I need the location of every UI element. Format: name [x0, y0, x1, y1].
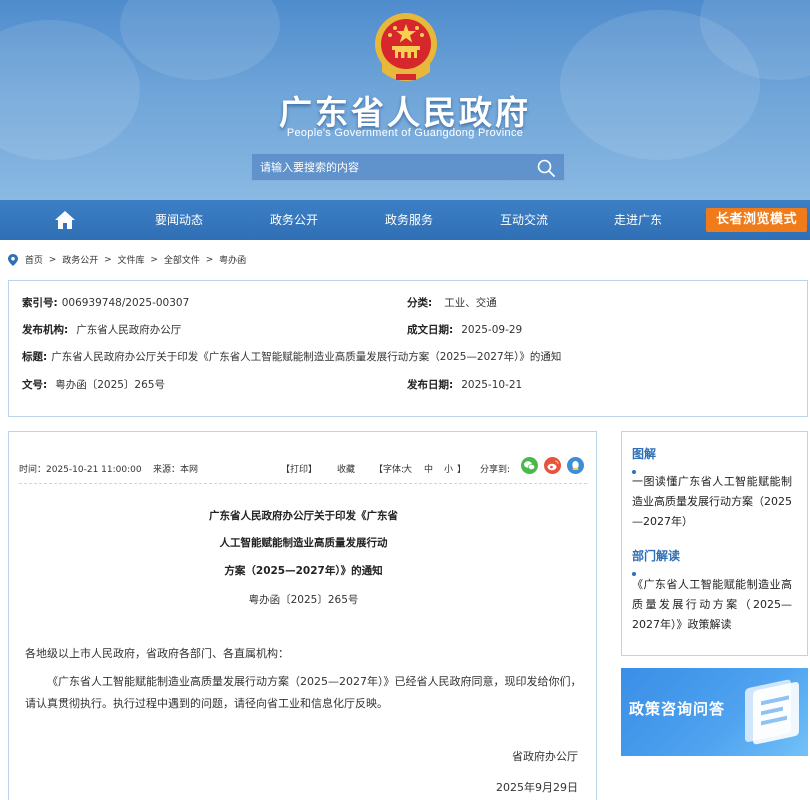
site-subtitle: People's Government of Guangdong Provinc…	[286, 127, 524, 139]
nav-item-about[interactable]: 走进广东	[598, 200, 678, 240]
meta-doc-no: 文号: 粤办函〔2025〕265号	[22, 377, 165, 392]
article-panel: 时间：2025-10-21 11:00:00 来源：本网 【打印】 收藏 【字体…	[8, 431, 597, 800]
search-input[interactable]	[252, 154, 522, 180]
header-banner: 广东省人民政府 People's Government of Guangdong…	[0, 0, 810, 200]
document-meta-box: 索引号: 006939748/2025-00307 分类: 工业、交通 发布机构: 广…	[8, 280, 808, 417]
weibo-icon[interactable]	[544, 457, 561, 474]
search-icon[interactable]	[536, 158, 556, 178]
font-large-button[interactable]: 大	[403, 462, 412, 475]
sidebar-heading-dept: 部门解读	[632, 549, 681, 563]
favorite-button[interactable]: 收藏	[337, 462, 355, 475]
doc-title-line: 广东省人民政府办公厅关于印发《广东省	[209, 510, 398, 522]
article-toolbar: 时间：2025-10-21 11:00:00 来源：本网 【打印】 收藏 【字体…	[19, 454, 587, 484]
meta-value: 广东省人民政府办公厅	[76, 324, 182, 336]
meta-publisher: 发布机构: 广东省人民政府办公厅	[22, 322, 181, 337]
doc-title-line: 人工智能赋能制造业高质量发展行动	[219, 537, 388, 549]
consult-banner-label: 政策咨询问答	[629, 700, 726, 718]
meta-label: 分类:	[407, 297, 433, 309]
font-medium-button[interactable]: 中	[424, 462, 433, 475]
breadcrumb-file-library[interactable]: 文件库	[118, 256, 145, 266]
meta-label: 发布日期:	[407, 379, 454, 391]
banner-decoration	[120, 0, 280, 80]
font-small-button[interactable]: 小	[444, 462, 453, 475]
nav-item-interaction[interactable]: 互动交流	[484, 200, 564, 240]
sidebar-link-dept[interactable]: 《广东省人工智能赋能制造业高质量发展行动方案（2025—2027年）》政策解读	[632, 575, 792, 635]
meta-index-no: 索引号: 006939748/2025-00307	[22, 295, 189, 310]
wechat-icon[interactable]	[521, 457, 538, 474]
breadcrumb-all-files[interactable]: 全部文件	[164, 256, 200, 266]
location-pin-icon	[8, 253, 18, 266]
meta-label: 索引号:	[22, 297, 58, 309]
policy-consult-banner[interactable]: 政策咨询问答	[621, 668, 808, 756]
meta-label: 文号:	[22, 379, 48, 391]
search-box	[251, 153, 565, 181]
nav-item-services[interactable]: 政务服务	[369, 200, 449, 240]
breadcrumb-separator: >	[150, 254, 158, 265]
doc-body: 《广东省人工智能赋能制造业高质量发展行动方案（2025—2027年）》已经省人民…	[25, 675, 582, 710]
meta-value: 粤办函〔2025〕265号	[55, 379, 165, 391]
main-nav: 要闻动态 政务公开 政务服务 互动交流 走进广东	[0, 200, 810, 240]
home-icon[interactable]	[54, 210, 76, 230]
meta-title: 标题: 广东省人民政府办公厅关于印发《广东省人工智能赋能制造业高质量发展行动方案（…	[22, 349, 561, 364]
doc-signer: 省政府办公厅	[512, 750, 578, 763]
meta-category: 分类: 工业、交通	[407, 295, 497, 310]
breadcrumb-current[interactable]: 粤办函	[219, 256, 246, 266]
doc-salutation: 各地级以上市人民政府，省政府各部门、各直属机构：	[25, 647, 289, 660]
sidebar-link-graphic[interactable]: 一图读懂广东省人工智能赋能制造业高质量发展行动方案（2025—2027年）	[632, 472, 792, 532]
breadcrumb-separator: >	[205, 254, 214, 265]
nav-item-news[interactable]: 要闻动态	[139, 200, 219, 240]
sidebar-heading-graphic: 图解	[632, 447, 657, 461]
nav-item-gov-affairs[interactable]: 政务公开	[254, 200, 334, 240]
related-sidebar: 图解 一图读懂广东省人工智能赋能制造业高质量发展行动方案（2025—2027年）…	[621, 431, 808, 656]
breadcrumb-home[interactable]: 首页	[25, 256, 43, 266]
elder-mode-button[interactable]: 长者浏览模式	[706, 208, 807, 232]
meta-value: 2025-10-21	[461, 379, 523, 391]
meta-value: 工业、交通	[444, 297, 497, 309]
doc-title-line: 方案（2025—2027年）》的通知	[224, 565, 383, 577]
breadcrumb-gov-affairs[interactable]: 政务公开	[62, 256, 98, 266]
meta-value: 广东省人民政府办公厅关于印发《广东省人工智能赋能制造业高质量发展行动方案（202…	[51, 351, 562, 363]
article-source: 来源：本网	[153, 465, 199, 475]
meta-label: 标题:	[22, 351, 48, 363]
font-size-label: 【字体:	[374, 465, 405, 475]
doc-sign-date: 2025年9月29日	[496, 781, 578, 794]
meta-value: 2025-09-29	[461, 324, 523, 336]
share-label: 分享到:	[480, 465, 511, 475]
meta-label: 发布机构:	[22, 324, 69, 336]
doc-number: 粤办函〔2025〕265号	[248, 594, 359, 606]
meta-written-date: 成文日期: 2025-09-29	[407, 322, 522, 337]
meta-value: 006939748/2025-00307	[61, 297, 190, 309]
breadcrumb-separator: >	[48, 254, 57, 265]
breadcrumb: 首页 > 政务公开 > 文件库 > 全部文件 > 粤办函	[8, 253, 246, 267]
article-time: 时间：2025-10-21 11:00:00	[19, 465, 142, 475]
meta-publish-date: 发布日期: 2025-10-21	[407, 377, 522, 392]
document-stack-icon	[745, 679, 799, 745]
qq-icon[interactable]	[567, 457, 584, 474]
meta-label: 成文日期:	[407, 324, 454, 336]
font-size-close: 】	[457, 465, 467, 475]
national-emblem-icon	[375, 13, 437, 81]
print-button[interactable]: 【打印】	[281, 462, 317, 475]
breadcrumb-separator: >	[104, 254, 112, 265]
